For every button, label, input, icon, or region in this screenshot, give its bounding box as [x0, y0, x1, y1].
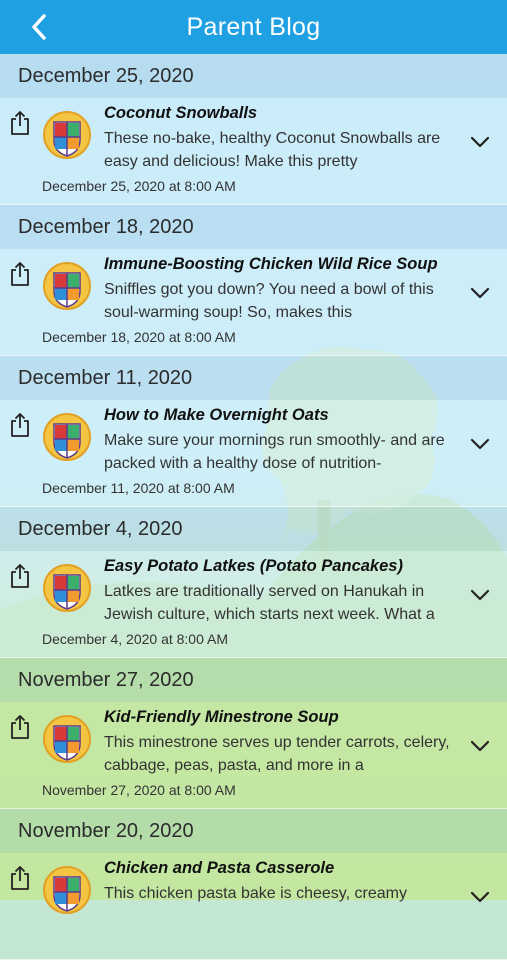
- blog-post-card[interactable]: Easy Potato Latkes (Potato Pancakes) Lat…: [0, 551, 507, 658]
- post-excerpt: Sniffles got you down? You need a bowl o…: [104, 281, 434, 321]
- blog-section: November 27, 2020 Kid-Friendly Minestron…: [0, 658, 507, 809]
- share-icon[interactable]: [9, 412, 31, 438]
- blog-post-card[interactable]: Immune-Boosting Chicken Wild Rice Soup S…: [0, 249, 507, 356]
- post-excerpt: This chicken pasta bake is cheesy, cream…: [104, 885, 407, 902]
- section-date-header: December 4, 2020: [0, 507, 507, 551]
- school-crest-logo: [43, 564, 91, 612]
- blog-section: December 25, 2020 Coconut Snowballs Thes…: [0, 54, 507, 205]
- blog-section: December 18, 2020 Immune-Boosting Chicke…: [0, 205, 507, 356]
- post-published-date: December 18, 2020 at 8:00 AM: [42, 329, 236, 345]
- post-title[interactable]: How to Make Overnight Oats: [104, 406, 474, 425]
- chevron-down-icon[interactable]: [468, 134, 492, 150]
- section-date-header: November 27, 2020: [0, 658, 507, 702]
- share-icon[interactable]: [9, 714, 31, 740]
- post-excerpt: This minestrone serves up tender carrots…: [104, 734, 450, 774]
- post-published-date: November 27, 2020 at 8:00 AM: [42, 782, 236, 798]
- school-crest-logo: [43, 715, 91, 763]
- section-date-header: December 25, 2020: [0, 54, 507, 98]
- share-icon[interactable]: [9, 563, 31, 589]
- post-excerpt: Make sure your mornings run smoothly- an…: [104, 432, 445, 472]
- school-crest-logo: [43, 866, 91, 914]
- blog-post-card[interactable]: Chicken and Pasta Casserole This chicken…: [0, 853, 507, 960]
- post-title[interactable]: Immune-Boosting Chicken Wild Rice Soup: [104, 255, 474, 274]
- post-excerpt: These no-bake, healthy Coconut Snowballs…: [104, 130, 441, 170]
- share-icon[interactable]: [9, 261, 31, 287]
- blog-section: November 20, 2020 Chicken and Pasta Cass…: [0, 809, 507, 960]
- chevron-left-icon: [32, 14, 46, 40]
- school-crest-logo: [43, 262, 91, 310]
- blog-section: December 4, 2020 Easy Potato Latkes (Pot…: [0, 507, 507, 658]
- school-crest-logo: [43, 413, 91, 461]
- blog-section: December 11, 2020 How to Make Overnight …: [0, 356, 507, 507]
- post-published-date: December 4, 2020 at 8:00 AM: [42, 631, 228, 647]
- nav-bar: Parent Blog: [0, 0, 507, 54]
- school-crest-logo: [43, 111, 91, 159]
- post-title[interactable]: Coconut Snowballs: [104, 104, 474, 123]
- post-title[interactable]: Chicken and Pasta Casserole: [104, 859, 474, 878]
- blog-post-card[interactable]: Kid-Friendly Minestrone Soup This minest…: [0, 702, 507, 809]
- chevron-down-icon[interactable]: [468, 436, 492, 452]
- chevron-down-icon[interactable]: [468, 587, 492, 603]
- page-title: Parent Blog: [186, 12, 321, 41]
- chevron-down-icon[interactable]: [468, 285, 492, 301]
- share-icon[interactable]: [9, 110, 31, 136]
- blog-post-card[interactable]: How to Make Overnight Oats Make sure you…: [0, 400, 507, 507]
- chevron-down-icon[interactable]: [468, 738, 492, 754]
- blog-feed[interactable]: December 25, 2020 Coconut Snowballs Thes…: [0, 54, 507, 960]
- section-date-header: December 11, 2020: [0, 356, 507, 400]
- post-excerpt: Latkes are traditionally served on Hanuk…: [104, 583, 435, 623]
- section-date-header: December 18, 2020: [0, 205, 507, 249]
- back-button[interactable]: [24, 12, 54, 42]
- post-title[interactable]: Kid-Friendly Minestrone Soup: [104, 708, 474, 727]
- post-published-date: December 25, 2020 at 8:00 AM: [42, 178, 236, 194]
- chevron-down-icon[interactable]: [468, 889, 492, 905]
- section-date-header: November 20, 2020: [0, 809, 507, 853]
- post-published-date: December 11, 2020 at 8:00 AM: [42, 480, 235, 496]
- blog-post-card[interactable]: Coconut Snowballs These no-bake, healthy…: [0, 98, 507, 205]
- share-icon[interactable]: [9, 865, 31, 891]
- post-title[interactable]: Easy Potato Latkes (Potato Pancakes): [104, 557, 474, 576]
